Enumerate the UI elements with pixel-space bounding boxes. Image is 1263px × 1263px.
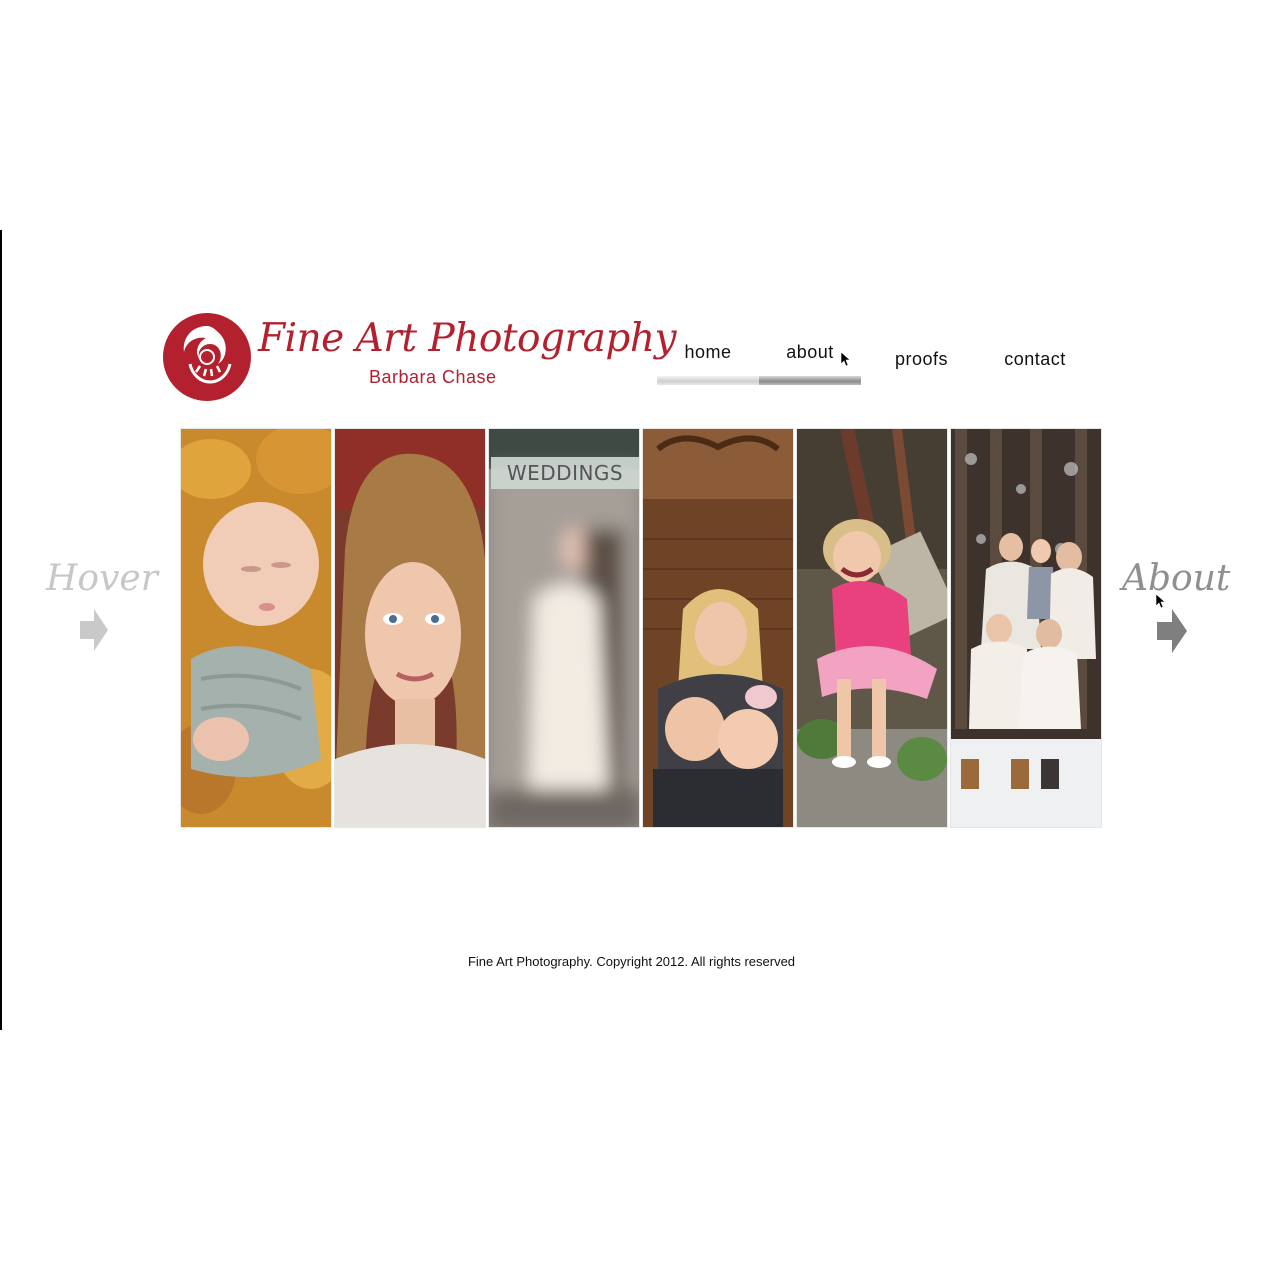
gallery-panel-weddings[interactable]: WEDDINGS bbox=[488, 428, 640, 828]
baby-photo-icon bbox=[181, 429, 331, 827]
nav-home-tab-bar bbox=[657, 376, 759, 385]
nav-about-tab-bar bbox=[759, 376, 861, 385]
weddings-label: WEDDINGS bbox=[491, 457, 639, 489]
mouse-pointer-icon bbox=[1156, 594, 1166, 609]
photo-gallery: WEDDINGS bbox=[180, 428, 1102, 828]
previous-hover-button[interactable]: Hover bbox=[46, 558, 158, 655]
nav-proofs-link[interactable]: proofs bbox=[879, 349, 964, 370]
girl-photo-icon bbox=[797, 429, 947, 827]
arrow-right-icon bbox=[1157, 609, 1187, 653]
nav-contact-link[interactable]: contact bbox=[985, 349, 1085, 370]
logo-title: Fine Art Photography bbox=[258, 316, 676, 361]
nav-home-label: home bbox=[684, 342, 732, 362]
gallery-panel-family-snow[interactable] bbox=[950, 428, 1102, 828]
nav-home-link[interactable]: home bbox=[657, 342, 759, 385]
mother-children-photo-icon bbox=[643, 429, 793, 827]
gallery-panel-portrait[interactable] bbox=[334, 428, 486, 828]
nav-contact-label: contact bbox=[1004, 349, 1066, 369]
gallery-panel-family-mother[interactable] bbox=[642, 428, 794, 828]
gallery-panel-baby[interactable] bbox=[180, 428, 332, 828]
arrow-right-icon bbox=[79, 609, 108, 651]
nav-proofs-label: proofs bbox=[894, 349, 949, 369]
gallery-panel-girl[interactable] bbox=[796, 428, 948, 828]
family-snow-photo-icon bbox=[951, 429, 1101, 827]
previous-hover-label: Hover bbox=[46, 558, 158, 599]
next-about-button[interactable]: About bbox=[1122, 558, 1231, 657]
next-about-label: About bbox=[1122, 558, 1231, 599]
main-nav: home about proofs contact bbox=[657, 330, 1087, 385]
logo-subtitle: Barbara Chase bbox=[369, 367, 497, 387]
page-left-border bbox=[0, 230, 2, 1030]
logo-emblem-icon bbox=[163, 313, 251, 401]
mouse-pointer-icon bbox=[841, 352, 851, 367]
portrait-photo-icon bbox=[335, 429, 485, 827]
site-logo[interactable]: Fine Art Photography Barbara Chase bbox=[162, 312, 676, 407]
footer-copyright: Fine Art Photography. Copyright 2012. Al… bbox=[467, 954, 796, 969]
